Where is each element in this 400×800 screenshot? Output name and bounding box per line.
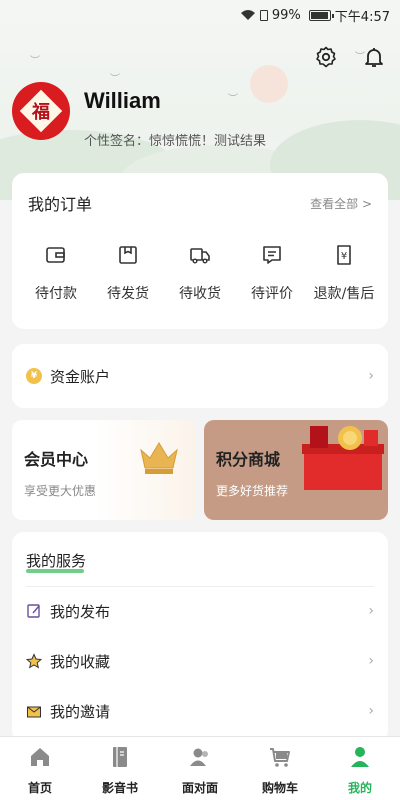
- chevron-right-icon: ›: [368, 603, 374, 619]
- tab-home[interactable]: 首页: [5, 745, 75, 796]
- truck-icon: [190, 248, 210, 264]
- order-pending-receipt[interactable]: 待收货: [164, 243, 236, 303]
- user-icon: [351, 747, 369, 767]
- order-pending-shipment[interactable]: 待发货: [92, 243, 164, 303]
- service-label: 我的收藏: [50, 652, 111, 671]
- orders-title: 我的订单: [28, 195, 93, 214]
- wallet-icon: [46, 247, 65, 263]
- services-title: 我的服务: [26, 550, 86, 573]
- decorative-bird: ︶: [30, 56, 40, 67]
- tab-label: 首页: [27, 781, 52, 795]
- orders-card: 我的订单 查看全部 > 待付款 待发货 待收货 待评价 ¥ 退款/售后: [12, 173, 388, 329]
- my-services-card: 我的服务 我的发布 › 我的收藏 › 我的邀请 ›: [12, 532, 388, 742]
- member-center-card[interactable]: 会员中心 享受更大优惠: [12, 420, 196, 520]
- tab-label: 我的: [347, 781, 372, 795]
- bottom-tab-bar: 首页 影音书 面对面 购物车 我的: [0, 736, 400, 800]
- book-icon: [113, 747, 127, 767]
- points-mall-subtitle: 更多好货推荐: [216, 484, 289, 498]
- fund-account-label: 资金账户: [50, 367, 111, 386]
- sim-icon: [259, 9, 268, 21]
- home-icon: [31, 748, 49, 766]
- gift-box-icon: [302, 426, 384, 490]
- tab-shopping-cart[interactable]: 购物车: [245, 745, 315, 796]
- settings-icon[interactable]: [314, 45, 338, 69]
- mail-icon: [27, 706, 41, 718]
- coin-icon: ¥: [26, 368, 42, 384]
- order-item-label: 待发货: [107, 286, 149, 302]
- fund-account-row[interactable]: ¥ 资金账户 ›: [12, 344, 388, 408]
- service-my-posts[interactable]: 我的发布 ›: [26, 586, 374, 636]
- cart-icon: [270, 748, 290, 767]
- people-icon: [190, 748, 208, 766]
- refund-icon: ¥: [337, 245, 351, 265]
- member-center-subtitle: 享受更大优惠: [24, 484, 97, 498]
- avatar-glyph: 福: [32, 102, 50, 123]
- clock: 下午4:57: [334, 9, 390, 25]
- status-bar: 99% 下午4:57: [0, 0, 400, 30]
- user-name: William: [84, 88, 161, 113]
- tab-label: 面对面: [181, 781, 218, 795]
- crown-icon: [140, 442, 178, 474]
- order-item-label: 待付款: [35, 286, 77, 302]
- tab-mine[interactable]: 我的: [325, 745, 395, 796]
- bell-icon[interactable]: [362, 45, 386, 69]
- chevron-right-icon: ›: [368, 703, 374, 719]
- order-refund[interactable]: ¥ 退款/售后: [308, 243, 380, 303]
- order-item-label: 待收货: [179, 286, 221, 302]
- star-icon: [26, 653, 42, 669]
- service-my-invites[interactable]: 我的邀请 ›: [26, 686, 374, 736]
- service-label: 我的邀请: [50, 702, 111, 721]
- view-all-orders-link[interactable]: 查看全部 >: [310, 195, 372, 212]
- order-item-label: 退款/售后: [313, 286, 375, 302]
- points-mall-card[interactable]: 积分商城 更多好货推荐: [204, 420, 388, 520]
- tab-label: 影音书: [101, 781, 138, 795]
- battery-icon: [308, 9, 334, 21]
- tab-face-to-face[interactable]: 面对面: [165, 745, 235, 796]
- member-center-title: 会员中心: [24, 450, 89, 469]
- profile-header[interactable]: 福 William 个性签名：惊惊慌慌！测试结果: [12, 82, 266, 149]
- chevron-right-icon: ›: [368, 653, 374, 669]
- tab-label: 购物车: [261, 781, 298, 795]
- order-pending-review[interactable]: 待评价: [236, 243, 308, 303]
- package-icon: [119, 246, 137, 264]
- svg-text:¥: ¥: [341, 251, 347, 262]
- comment-icon: [263, 246, 281, 264]
- order-pending-payment[interactable]: 待付款: [20, 243, 92, 303]
- chevron-right-icon: ›: [368, 368, 374, 384]
- battery-percent: 99%: [271, 7, 301, 23]
- service-my-favorites[interactable]: 我的收藏 ›: [26, 636, 374, 686]
- points-mall-title: 积分商城: [216, 450, 281, 469]
- user-signature: 个性签名：惊惊慌慌！测试结果: [84, 134, 267, 149]
- avatar[interactable]: 福: [12, 82, 70, 140]
- edit-icon: [27, 604, 40, 618]
- tab-media-books[interactable]: 影音书: [85, 745, 155, 796]
- service-label: 我的发布: [50, 602, 111, 621]
- wifi-icon: [240, 9, 256, 21]
- order-item-label: 待评价: [251, 286, 293, 302]
